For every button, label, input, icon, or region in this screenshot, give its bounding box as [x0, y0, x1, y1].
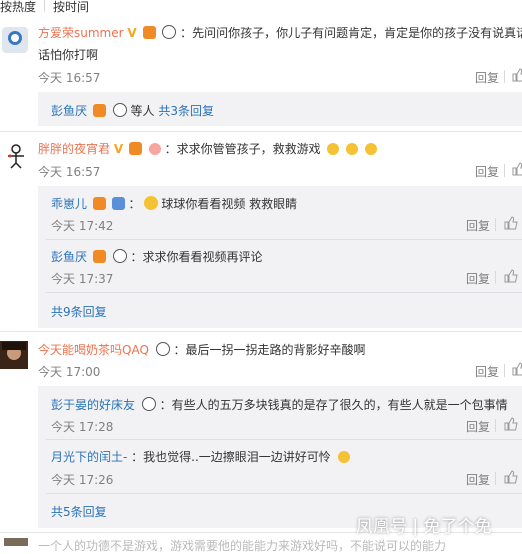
like-icon[interactable] — [504, 417, 518, 431]
reply-button[interactable]: 回复 — [466, 418, 490, 435]
reply-button[interactable]: 回复 — [466, 217, 490, 234]
like-icon[interactable] — [512, 362, 522, 376]
member-badge-icon — [142, 26, 156, 39]
crying-emoji-icon — [346, 143, 359, 155]
level-badge-icon — [111, 197, 125, 210]
action-separator — [495, 271, 496, 284]
reply-user-name[interactable]: 月光下的闰土- — [51, 450, 127, 464]
member-badge-icon — [92, 104, 106, 117]
thread-text: 等人 — [130, 104, 155, 118]
avatar[interactable] — [2, 27, 28, 53]
like-icon[interactable] — [504, 216, 518, 230]
tab-by-heat[interactable]: 按热度 — [0, 0, 36, 15]
action-separator — [504, 364, 505, 377]
reply-button[interactable]: 回复 — [466, 471, 490, 488]
action-separator — [495, 218, 496, 231]
comment-text: ：求求你管管孩子，救救游戏 — [164, 142, 321, 156]
reply-time: 今天 17:42 — [51, 219, 114, 233]
comment-divider — [0, 131, 522, 132]
reply-button[interactable]: 回复 — [466, 270, 490, 287]
comment-user-name[interactable]: 方爱荣summer — [38, 26, 124, 40]
member-badge-icon — [128, 142, 142, 155]
reply-divider — [46, 292, 522, 293]
reply-divider — [46, 239, 522, 240]
crying-emoji-icon — [337, 451, 350, 463]
comment-time: 今天 16:57 — [38, 71, 101, 85]
verified-badge-icon: V — [113, 142, 124, 156]
panda-emoji-icon — [162, 25, 177, 39]
reply-button[interactable]: 回复 — [475, 363, 499, 380]
tab-separator — [44, 0, 45, 12]
panda-emoji-icon — [112, 249, 127, 263]
like-icon[interactable] — [512, 162, 522, 176]
watermark: 凤凰号 | 免了个免 — [356, 517, 492, 537]
more-replies-link[interactable]: 共5条回复 — [51, 503, 107, 520]
action-separator — [495, 472, 496, 485]
comment-divider — [0, 331, 522, 332]
avatar[interactable] — [3, 142, 29, 170]
reply-button[interactable]: 回复 — [475, 69, 499, 86]
more-replies-link[interactable]: 共9条回复 — [51, 303, 107, 320]
reply-user-name[interactable]: 彭鱼厌 — [51, 250, 87, 264]
comment-user-name[interactable]: 胖胖的夜宵君 — [38, 142, 110, 156]
member-badge-icon — [92, 250, 106, 263]
comment-text-continued: 话怕你打啊 — [38, 48, 99, 62]
like-icon[interactable] — [504, 269, 518, 283]
more-replies-link[interactable]: 共3条回复 — [158, 104, 214, 118]
panda-emoji-icon — [112, 103, 127, 117]
reply-text: ：有些人的五万多块钱真的是存了很久的，有些人就是一个包事情 — [159, 398, 508, 412]
reply-time: 今天 17:26 — [51, 473, 114, 487]
reply-button[interactable]: 回复 — [475, 163, 499, 180]
panda-emoji-icon — [141, 397, 156, 411]
colon-text: ： — [128, 197, 141, 211]
reply-divider — [46, 439, 522, 440]
crying-emoji-icon — [327, 143, 340, 155]
action-separator — [504, 70, 505, 83]
member-badge-icon — [92, 197, 106, 210]
reply-time: 今天 17:37 — [51, 272, 114, 286]
reply-user-name[interactable]: 乖崽儿 — [51, 197, 87, 211]
comment-time: 今天 17:00 — [38, 365, 101, 379]
tab-by-time[interactable]: 按时间 — [53, 0, 89, 15]
action-separator — [504, 164, 505, 177]
smile-emoji-icon — [143, 196, 158, 210]
comment-time: 今天 16:57 — [38, 165, 101, 179]
verified-badge-icon: V — [127, 26, 137, 40]
reply-time: 今天 17:28 — [51, 420, 114, 434]
avatar[interactable] — [0, 341, 28, 369]
crying-emoji-icon — [365, 143, 378, 155]
like-icon[interactable] — [512, 68, 522, 82]
cry-emoji-icon — [148, 143, 161, 155]
reply-text: 球球你看看视频 救救眼睛 — [161, 197, 298, 211]
action-separator — [495, 419, 496, 432]
panda-emoji-icon — [155, 342, 170, 356]
reply-divider — [46, 493, 522, 494]
reply-user-name[interactable]: 彭于晏的好床友 — [51, 398, 135, 412]
comment-user-name[interactable]: 今天能喝奶茶吗QAQ — [38, 343, 149, 357]
thread-user-name[interactable]: 彭鱼厌 — [51, 104, 87, 118]
partial-avatar — [4, 538, 28, 546]
like-icon[interactable] — [504, 470, 518, 484]
reply-text: ：我也觉得..一边擦眼泪一边讲好可怜 — [131, 450, 331, 464]
reply-text: ：求求你看看视频再评论 — [130, 250, 263, 264]
comment-text: ：先问问你孩子，你儿子有问题肯定，肯定是你的孩子没有说真话， — [180, 26, 522, 40]
comment-text: ：最后一拐一拐走路的背影好辛酸啊 — [173, 343, 366, 357]
